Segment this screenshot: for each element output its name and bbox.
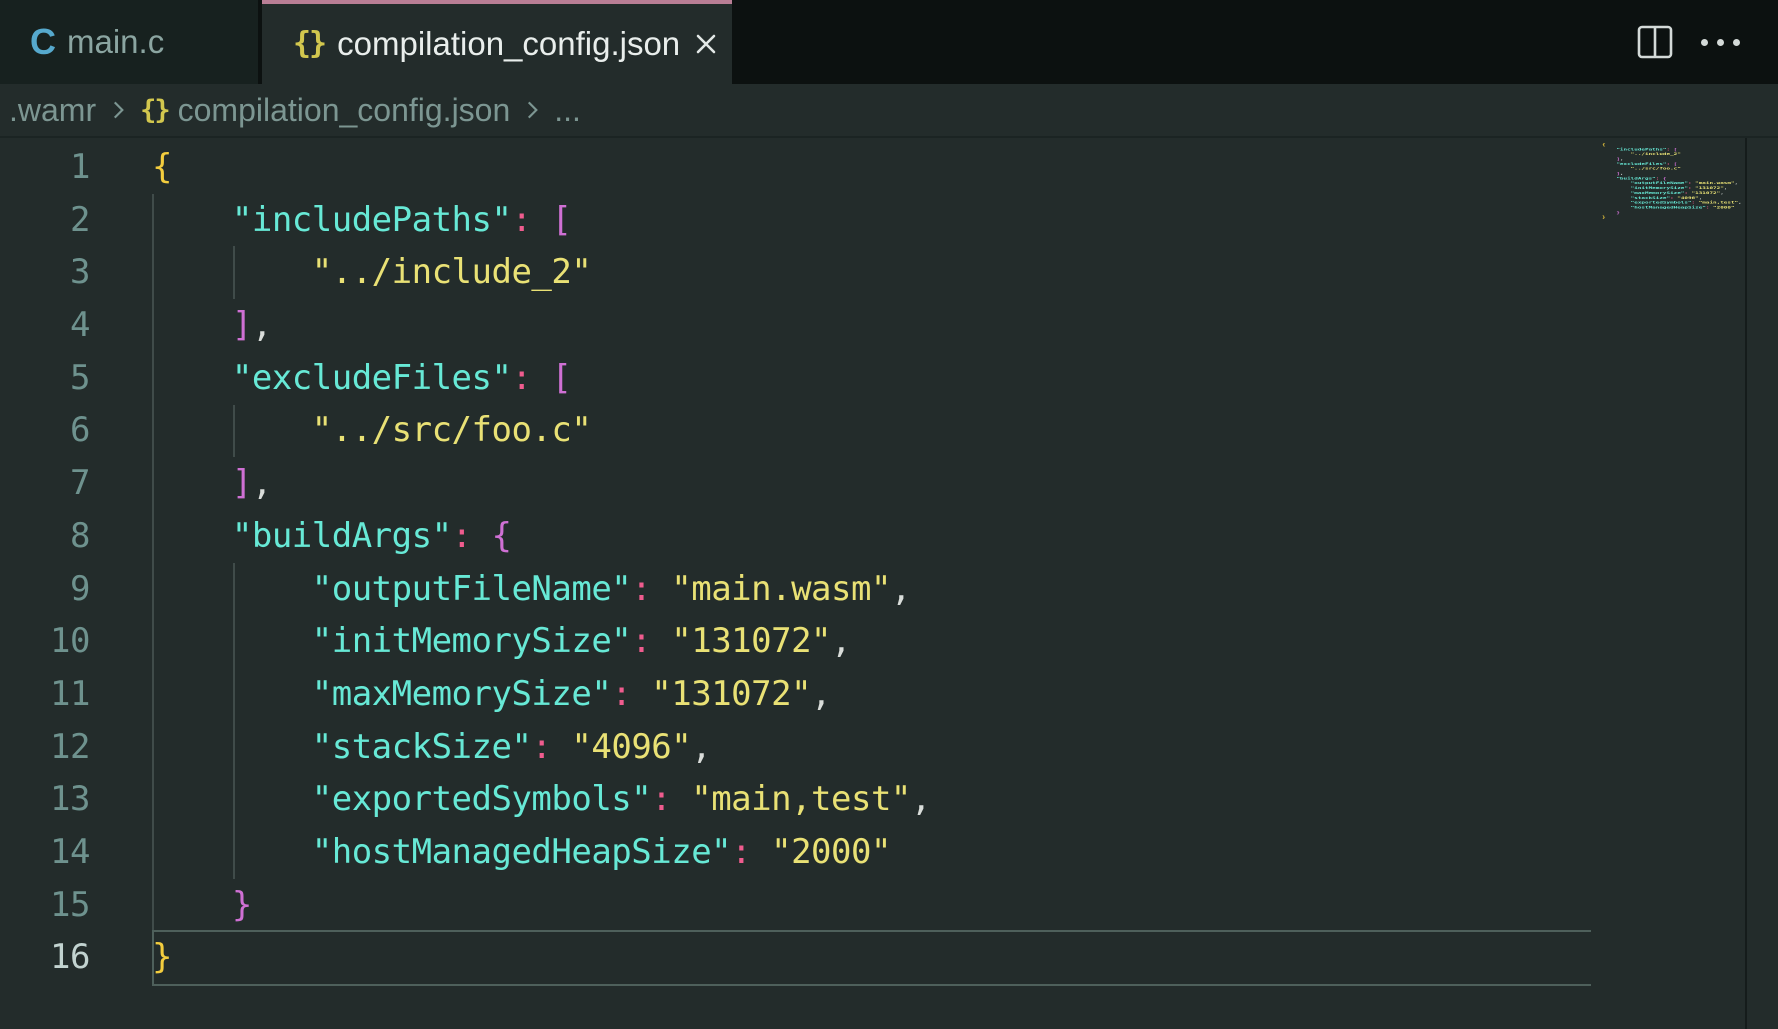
- split-editor-icon[interactable]: [1637, 25, 1673, 59]
- tab-compilation-config-json[interactable]: {} compilation_config.json: [262, 0, 732, 84]
- code-text: "hostManagedHeapSize": "2000": [90, 826, 891, 879]
- line-number[interactable]: 6: [0, 404, 90, 457]
- code-text: "maxMemorySize": "131072",: [90, 668, 831, 721]
- code-text: "includePaths": [: [90, 194, 571, 247]
- minimap-line: }: [1602, 215, 1745, 220]
- code-line[interactable]: 13 "exportedSymbols": "main,test",: [0, 773, 1778, 826]
- minimap[interactable]: { "includePaths": [ "../include_2" ], "e…: [1602, 142, 1745, 262]
- code-line[interactable]: 11 "maxMemorySize": "131072",: [0, 668, 1778, 721]
- code-text: "stackSize": "4096",: [90, 721, 711, 774]
- code-text: "../include_2": [90, 246, 591, 299]
- code-lines: 1{2 "includePaths": [3 "../include_2"4 ]…: [0, 141, 1778, 984]
- editor-actions: [1637, 0, 1778, 84]
- code-text: {: [90, 141, 172, 194]
- breadcrumb-item-wamr[interactable]: .wamr: [9, 92, 96, 129]
- minimap-line: "hostManagedHeapSize": "2000": [1602, 205, 1745, 210]
- close-icon[interactable]: [692, 27, 720, 61]
- code-line[interactable]: 8 "buildArgs": {: [0, 510, 1778, 563]
- json-icon: {}: [140, 95, 169, 126]
- code-line[interactable]: 16}: [0, 931, 1778, 984]
- line-number[interactable]: 12: [0, 721, 90, 774]
- code-line[interactable]: 6 "../src/foo.c": [0, 404, 1778, 457]
- line-number[interactable]: 16: [0, 931, 90, 984]
- code-line[interactable]: 1{: [0, 141, 1778, 194]
- code-line[interactable]: 4 ],: [0, 299, 1778, 352]
- code-text: "excludeFiles": [: [90, 352, 571, 405]
- json-icon: {}: [293, 29, 325, 59]
- c-language-icon: C: [30, 24, 56, 60]
- code-line[interactable]: 12 "stackSize": "4096",: [0, 721, 1778, 774]
- line-number[interactable]: 1: [0, 141, 90, 194]
- code-line[interactable]: 5 "excludeFiles": [: [0, 352, 1778, 405]
- chevron-right-icon: [519, 97, 545, 123]
- line-number[interactable]: 9: [0, 563, 90, 616]
- line-number[interactable]: 11: [0, 668, 90, 721]
- chevron-right-icon: [105, 97, 131, 123]
- line-number[interactable]: 3: [0, 246, 90, 299]
- code-line[interactable]: 14 "hostManagedHeapSize": "2000": [0, 826, 1778, 879]
- line-number[interactable]: 15: [0, 879, 90, 932]
- more-actions-icon[interactable]: [1701, 39, 1740, 46]
- breadcrumb-item-file[interactable]: compilation_config.json: [178, 92, 511, 129]
- code-line[interactable]: 7 ],: [0, 457, 1778, 510]
- code-text: ],: [90, 299, 272, 352]
- minimap-divider: [1745, 138, 1747, 1029]
- line-number[interactable]: 8: [0, 510, 90, 563]
- code-text: "../src/foo.c": [90, 404, 591, 457]
- breadcrumb-item-more[interactable]: ...: [554, 92, 581, 129]
- tab-label: compilation_config.json: [337, 25, 680, 63]
- tab-bar: C main.c {} compilation_config.json: [0, 0, 1778, 84]
- code-line[interactable]: 2 "includePaths": [: [0, 194, 1778, 247]
- line-number[interactable]: 5: [0, 352, 90, 405]
- line-number[interactable]: 14: [0, 826, 90, 879]
- minimap-content: { "includePaths": [ "../include_2" ], "e…: [1602, 142, 1745, 220]
- breadcrumb: .wamr {} compilation_config.json ...: [0, 84, 1778, 138]
- tab-main-c[interactable]: C main.c: [0, 0, 258, 84]
- code-text: }: [90, 879, 252, 932]
- code-text: "exportedSymbols": "main,test",: [90, 773, 931, 826]
- code-text: ],: [90, 457, 272, 510]
- code-text: "initMemorySize": "131072",: [90, 615, 851, 668]
- line-number[interactable]: 10: [0, 615, 90, 668]
- code-text: }: [90, 931, 172, 984]
- line-number[interactable]: 4: [0, 299, 90, 352]
- code-line[interactable]: 10 "initMemorySize": "131072",: [0, 615, 1778, 668]
- line-number[interactable]: 13: [0, 773, 90, 826]
- tab-label: main.c: [67, 23, 164, 61]
- editor[interactable]: 1{2 "includePaths": [3 "../include_2"4 ]…: [0, 138, 1778, 1029]
- code-line[interactable]: 9 "outputFileName": "main.wasm",: [0, 563, 1778, 616]
- code-text: "outputFileName": "main.wasm",: [90, 563, 911, 616]
- line-number[interactable]: 2: [0, 194, 90, 247]
- code-line[interactable]: 15 }: [0, 879, 1778, 932]
- line-number[interactable]: 7: [0, 457, 90, 510]
- code-line[interactable]: 3 "../include_2": [0, 246, 1778, 299]
- code-text: "buildArgs": {: [90, 510, 512, 563]
